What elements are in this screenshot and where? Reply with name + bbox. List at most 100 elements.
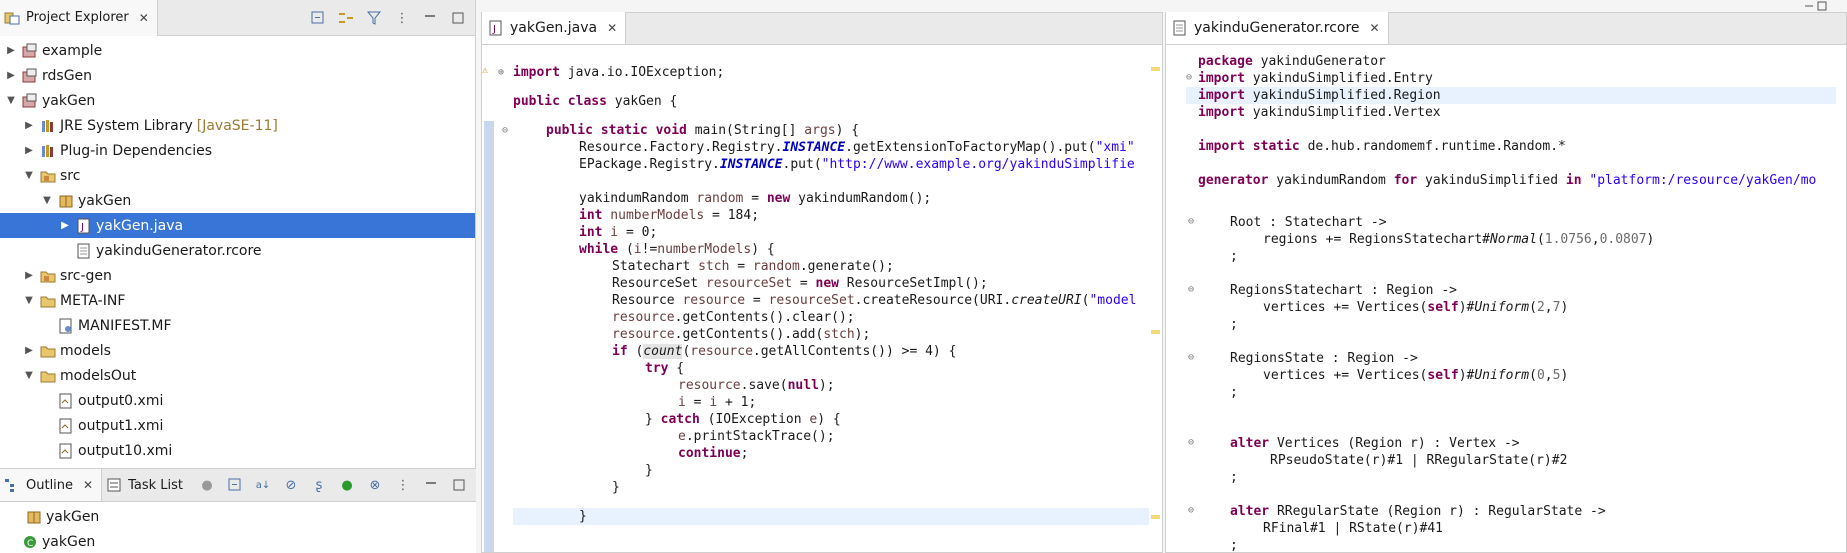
collapse-fold-icon[interactable]: ⊖ xyxy=(1188,352,1194,363)
expand-arrow-icon[interactable]: ▶ xyxy=(22,119,36,133)
code-line: ; xyxy=(1230,538,1238,552)
expand-arrow-icon[interactable]: ▶ xyxy=(4,69,18,83)
view-menu-icon[interactable]: ⋮ xyxy=(393,9,411,27)
tree-item-label: META-INF xyxy=(60,292,126,309)
code-line: } xyxy=(612,480,620,495)
minimize-icon[interactable] xyxy=(422,476,440,494)
close-icon[interactable]: ✕ xyxy=(1370,21,1380,35)
code-line: RegionsStatechart : Region -> xyxy=(1230,283,1457,298)
tree-item-output10[interactable]: output10.xmi xyxy=(0,438,475,463)
code-line: try { xyxy=(645,361,685,376)
hide-nonpublic-icon[interactable]: ● xyxy=(338,476,356,494)
tree-item-output1[interactable]: output1.xmi xyxy=(0,413,475,438)
expand-arrow-icon[interactable]: ▶ xyxy=(22,344,36,358)
xmi-file-icon xyxy=(58,443,74,459)
tree-item-jre-system-library[interactable]: ▶ JRE System Library [JavaSE-11] xyxy=(0,113,475,138)
outline-item-package[interactable]: yakGen xyxy=(0,504,476,529)
collapse-arrow-icon[interactable]: ▼ xyxy=(40,194,54,208)
code-line: ; xyxy=(1230,470,1238,485)
collapse-all-icon[interactable] xyxy=(309,9,327,27)
xmi-file-icon xyxy=(58,418,74,434)
link-with-editor-icon[interactable] xyxy=(337,9,355,27)
focus-icon[interactable]: ● xyxy=(198,476,216,494)
close-icon[interactable]: ✕ xyxy=(139,11,149,25)
tree-item-meta-inf[interactable]: ▼ META-INF xyxy=(0,288,475,313)
code-line: import yakinduSimplified.Region xyxy=(1198,88,1441,103)
tree-item-src[interactable]: ▼ src xyxy=(0,163,475,188)
collapse-fold-icon[interactable]: ⊖ xyxy=(1188,505,1194,516)
collapse-fold-icon[interactable]: ⊖ xyxy=(1188,216,1194,227)
code-line: generator yakindumRandom for yakinduSimp… xyxy=(1198,173,1817,188)
tree-item-label: Plug-in Dependencies xyxy=(60,142,212,159)
tab-task-list[interactable]: Task List xyxy=(102,469,191,501)
code-line: yakindumRandom random = new yakindumRand… xyxy=(579,191,932,206)
tree-item-label: output0.xmi xyxy=(78,392,164,409)
expand-arrow-icon[interactable]: ▶ xyxy=(4,44,18,58)
collapse-arrow-icon[interactable]: ▼ xyxy=(22,169,36,183)
tree-item-package-yakGen[interactable]: ▼ yakGen xyxy=(0,188,475,213)
tree-item-manifest[interactable]: MANIFEST.MF xyxy=(0,313,475,338)
collapse-fold-icon[interactable]: ⊖ xyxy=(502,125,508,136)
task-list-title: Task List xyxy=(128,477,184,493)
tree-item-yakGen-java[interactable]: ▶ J yakGen.java xyxy=(0,213,475,238)
code-line: i = i + 1; xyxy=(678,395,757,410)
close-icon[interactable]: ✕ xyxy=(607,21,617,35)
tree-item-rdsGen[interactable]: ▶ rdsGen xyxy=(0,63,475,88)
tree-item-rcore-file[interactable]: yakinduGenerator.rcore xyxy=(0,238,475,263)
filter-icon[interactable] xyxy=(365,9,383,27)
outline-item-class[interactable]: C yakGen xyxy=(0,529,476,553)
tab-rcore[interactable]: yakinduGenerator.rcore ✕ xyxy=(1166,12,1389,44)
expand-arrow-icon[interactable]: ▶ xyxy=(58,219,72,233)
project-explorer-title: Project Explorer xyxy=(26,10,129,25)
change-ruler xyxy=(484,121,494,552)
code-editor-java[interactable]: ⚠ ⊕ ⊖ import java.io.IOException; public… xyxy=(482,45,1162,552)
svg-text:J: J xyxy=(492,24,496,35)
expand-arrow-icon[interactable]: ▶ xyxy=(22,144,36,158)
view-menu-icon[interactable]: ⋮ xyxy=(394,476,412,494)
tree-item-modelsOut[interactable]: ▼ modelsOut xyxy=(0,363,475,388)
hide-local-types-icon[interactable]: ⊗ xyxy=(366,476,384,494)
close-icon[interactable]: ✕ xyxy=(83,478,93,492)
tree-item-label: src xyxy=(60,167,81,184)
code-line: resource.save(null); xyxy=(678,378,835,393)
tree-item-models[interactable]: ▶ models xyxy=(0,338,475,363)
collapse-arrow-icon[interactable]: ▼ xyxy=(4,94,18,108)
tab-yakgen-java[interactable]: J yakGen.java ✕ xyxy=(482,12,627,44)
tree-item-label: example xyxy=(42,42,103,59)
tree-item-output0[interactable]: output0.xmi xyxy=(0,388,475,413)
tree-item-example[interactable]: ▶ example xyxy=(0,38,475,63)
maximize-icon[interactable] xyxy=(450,476,468,494)
code-editor-rcore[interactable]: ⊖ ⊖ ⊖ ⊖ ⊖ ⊖ package yakinduGenerator imp… xyxy=(1166,45,1846,552)
tree-item-src-gen[interactable]: ▶ src-gen xyxy=(0,263,475,288)
expand-arrow-icon[interactable]: ▶ xyxy=(22,269,36,283)
tree-item-label: src-gen xyxy=(60,267,112,284)
collapse-arrow-icon[interactable]: ▼ xyxy=(22,369,36,383)
hide-static-icon[interactable]: ʂ xyxy=(310,476,328,494)
expand-fold-icon[interactable]: ⊕ xyxy=(498,67,504,78)
project-icon xyxy=(22,43,38,59)
code-line: int numberModels = 184; xyxy=(579,208,760,223)
tab-outline[interactable]: Outline ✕ xyxy=(0,469,103,501)
outline-tree: yakGen C yakGen xyxy=(0,502,476,553)
collapse-fold-icon[interactable]: ⊖ xyxy=(1188,437,1194,448)
quick-fix-icon[interactable]: ⚠ xyxy=(482,65,488,76)
collapse-fold-icon[interactable]: ⊖ xyxy=(1188,284,1194,295)
maximize-icon[interactable] xyxy=(449,9,467,27)
hide-fields-icon[interactable]: ⊘ xyxy=(282,476,300,494)
overview-marker xyxy=(1151,67,1160,71)
tree-item-plugin-dependencies[interactable]: ▶ Plug-in Dependencies xyxy=(0,138,475,163)
minimize-icon[interactable] xyxy=(421,9,439,27)
tab-project-explorer[interactable]: Project Explorer ✕ xyxy=(0,0,158,36)
collapse-arrow-icon[interactable]: ▼ xyxy=(22,294,36,308)
code-line: alter Vertices (Region r) : Vertex -> xyxy=(1230,436,1520,451)
package-icon xyxy=(26,509,42,525)
svg-text:J: J xyxy=(80,222,84,233)
code-line: import yakinduSimplified.Entry xyxy=(1198,71,1433,86)
sort-icon[interactable]: a↓ xyxy=(254,476,272,494)
eclipse-workbench: Project Explorer ✕ ⋮ ▶ example ▶ rdsGen … xyxy=(0,0,1847,553)
collapse-fold-icon[interactable]: ⊖ xyxy=(1186,72,1192,83)
collapse-all-icon[interactable] xyxy=(226,476,244,494)
package-icon xyxy=(58,193,74,209)
tree-item-yakGen[interactable]: ▼ yakGen xyxy=(0,88,475,113)
editor-area-controls[interactable] xyxy=(1803,0,1829,11)
